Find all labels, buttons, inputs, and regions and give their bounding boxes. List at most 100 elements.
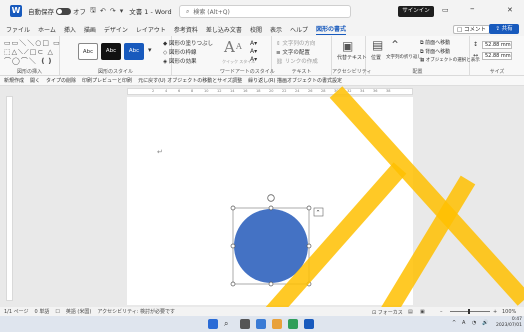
browser-icon[interactable]: [256, 319, 266, 329]
resize-handle-left[interactable]: [230, 243, 236, 249]
alt-text-icon[interactable]: ▣: [342, 39, 353, 53]
signin-button[interactable]: サインイン: [398, 6, 434, 17]
comment-icon: □: [457, 27, 463, 33]
word-taskbar-icon[interactable]: [304, 319, 314, 329]
rotation-handle[interactable]: [267, 194, 275, 202]
shape-outline-button[interactable]: ◇ 図形の枠線: [163, 48, 197, 56]
ruler-number: 18: [256, 89, 261, 93]
proofing-icon[interactable]: ☐: [55, 309, 59, 315]
align-text-button[interactable]: ≡ 文字の配置: [276, 48, 310, 56]
vertical-ruler[interactable]: [6, 96, 13, 301]
wordart-quick-styles-icon[interactable]: A: [224, 38, 235, 56]
comment-button[interactable]: □ コメント: [453, 25, 490, 34]
resize-handle-top-right[interactable]: [306, 205, 312, 211]
qat-redo[interactable]: 繰り返し(R) 描画オブジェクトの書式設定: [248, 77, 342, 84]
tab-insert[interactable]: 挿入: [64, 25, 76, 34]
start-icon[interactable]: [208, 319, 218, 329]
wordart-gallery-icon[interactable]: A: [236, 42, 242, 51]
position-icon[interactable]: ▤: [372, 38, 383, 52]
styles-more-icon[interactable]: ▾: [148, 46, 152, 54]
tab-references[interactable]: 参考資料: [174, 25, 198, 34]
network-icon[interactable]: ◔: [472, 320, 476, 326]
tab-design[interactable]: デザイン: [104, 25, 128, 34]
resize-handle-bottom-left[interactable]: [230, 281, 236, 287]
zoom-slider[interactable]: [450, 311, 490, 312]
height-field[interactable]: 52.88 mm: [482, 41, 512, 49]
save-icon[interactable]: 🖫: [90, 6, 96, 17]
accessibility-status[interactable]: アクセシビリティ: 検討が必要です: [97, 308, 175, 315]
qat-open[interactable]: 開く: [30, 77, 40, 84]
focus-mode[interactable]: ⊡ フォーカス: [372, 309, 403, 316]
customize-icon[interactable]: ▾: [120, 7, 124, 15]
style-swatch-1[interactable]: Abc: [78, 43, 98, 60]
group-label-insert-shapes: 図形の挿入: [16, 69, 42, 75]
resize-handle-top[interactable]: [268, 205, 274, 211]
resize-handle-top-left[interactable]: [230, 205, 236, 211]
shape-effects-button[interactable]: ◈ 図形の効果: [163, 57, 197, 65]
document-page[interactable]: ↵ ⌃: [127, 97, 413, 305]
position-label[interactable]: 位置: [371, 54, 381, 61]
search-taskbar-icon[interactable]: ⌕: [224, 319, 234, 329]
resize-handle-right[interactable]: [306, 243, 312, 249]
tab-mailings[interactable]: 差し込み文書: [206, 25, 242, 34]
tray-chevron-icon[interactable]: ^: [452, 320, 456, 326]
read-mode-icon[interactable]: ▤: [408, 309, 413, 315]
zoom-in-icon[interactable]: +: [493, 309, 497, 315]
align-text-label: 文字の配置: [282, 50, 310, 56]
qat-undo[interactable]: 元に戻す(U) オブジェクトの移動とサイズ調整: [138, 77, 242, 84]
store-icon[interactable]: [288, 319, 298, 329]
qat-delete-type[interactable]: タイプの削除: [46, 77, 76, 84]
volume-icon[interactable]: 🔊: [482, 320, 488, 326]
width-icon: ↔: [473, 52, 479, 59]
page-count[interactable]: 1/1 ページ: [4, 308, 29, 315]
input-method-icon[interactable]: A: [462, 320, 465, 326]
text-outline-icon[interactable]: A▾: [250, 48, 257, 55]
close-button[interactable]: ✕: [507, 6, 513, 14]
ruler-number: 36: [373, 89, 378, 93]
qat-new[interactable]: 新規作成: [4, 77, 24, 84]
undo-icon[interactable]: ↶: [100, 7, 106, 15]
share-button[interactable]: ⇪ 共有: [489, 24, 519, 34]
resize-handle-bottom-right[interactable]: [306, 281, 312, 287]
shapes-gallery[interactable]: ▭▭＼＼○□ ▭ ⬚△⟍⟋□⊂ △ ⌒◯⌒＼ ❪❫: [4, 39, 61, 66]
style-swatch-3[interactable]: Abc: [124, 43, 144, 60]
bring-forward-button[interactable]: ⧉ 前面へ移動: [420, 39, 450, 46]
redo-icon[interactable]: ↷: [110, 7, 116, 15]
autosave-toggle[interactable]: [56, 7, 71, 15]
tab-help[interactable]: ヘルプ: [290, 25, 308, 34]
clock[interactable]: 0:47 2023/07/01: [496, 317, 522, 329]
tab-home[interactable]: ホーム: [38, 25, 56, 34]
tab-draw[interactable]: 描画: [84, 25, 96, 34]
ruler-number: 2: [152, 89, 155, 93]
print-layout-icon[interactable]: ▣: [420, 309, 425, 315]
tab-file[interactable]: ファイル: [6, 25, 30, 34]
minimize-button[interactable]: –: [470, 4, 475, 14]
alt-text-label[interactable]: 代替テキスト: [337, 54, 367, 61]
zoom-out-icon[interactable]: –: [440, 309, 443, 315]
tab-shape-format[interactable]: 図形の書式: [315, 24, 346, 35]
language[interactable]: 英語 (米国): [66, 308, 92, 315]
word-count[interactable]: 0 単語: [35, 308, 50, 315]
circle-shape[interactable]: [234, 209, 308, 283]
wrap-text-label[interactable]: 文字列の折り返し: [386, 54, 422, 60]
send-backward-button[interactable]: ⧉ 背面へ移動: [420, 48, 450, 55]
zoom-level[interactable]: 100%: [502, 309, 516, 315]
shape-fill-button[interactable]: ◆ 図形の塗りつぶし: [163, 39, 213, 47]
wrap-text-icon[interactable]: ⌃: [390, 38, 400, 52]
ribbon-display-icon[interactable]: ▭: [442, 6, 449, 14]
tab-view[interactable]: 表示: [270, 25, 282, 34]
group-label-accessibility: アクセシビリティ: [332, 69, 372, 75]
horizontal-ruler[interactable]: 2 4 6 8 10 12 14 16 18 20 22 24 26 28 30 32 34 36 38: [127, 88, 413, 95]
file-explorer-icon[interactable]: [272, 319, 282, 329]
qat-print-preview[interactable]: 印刷プレビューと印刷: [82, 77, 132, 84]
tab-review[interactable]: 校閲: [250, 25, 262, 34]
text-fill-icon[interactable]: A▾: [250, 40, 257, 47]
search-input[interactable]: ⌕ 検索 (Alt+Q): [179, 5, 351, 18]
tab-layout[interactable]: レイアウト: [136, 25, 166, 34]
style-swatch-2[interactable]: Abc: [101, 43, 121, 60]
zoom-slider-thumb[interactable]: [468, 309, 470, 314]
task-view-icon[interactable]: [240, 319, 250, 329]
resize-handle-bottom[interactable]: [268, 281, 274, 287]
width-field[interactable]: 52.88 mm: [482, 52, 512, 60]
ruler-number: 26: [308, 89, 313, 93]
